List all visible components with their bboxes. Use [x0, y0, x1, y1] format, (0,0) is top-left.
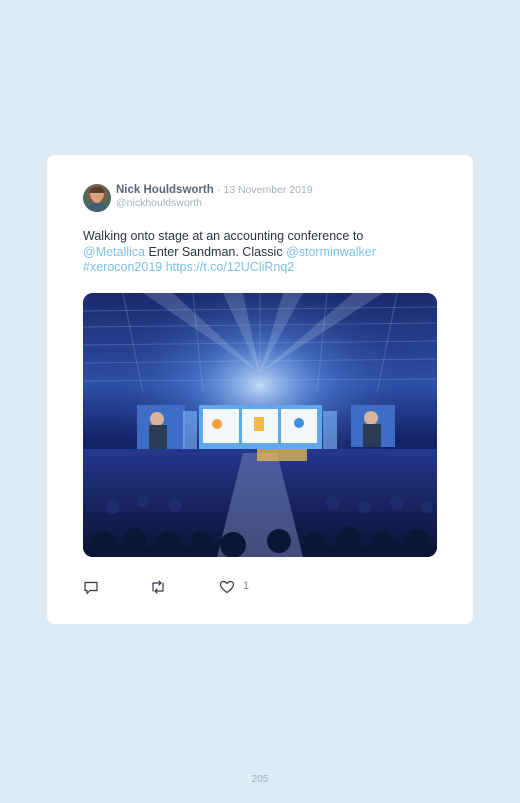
reply-icon[interactable]: [83, 579, 99, 595]
mention-link[interactable]: @storminwalker: [286, 245, 376, 259]
mention-link[interactable]: @Metallica: [83, 245, 145, 259]
tweet-text-part: Enter Sandman. Classic: [145, 244, 287, 259]
author-name[interactable]: Nick Houldsworth: [116, 184, 214, 196]
like-count: 1: [243, 580, 250, 592]
avatar[interactable]: [83, 184, 111, 212]
conference-stage-image: [83, 293, 437, 557]
author-handle[interactable]: @nickhouldsworth: [116, 197, 202, 209]
author-row: Nick Houldsworth · 13 November 2019: [116, 183, 313, 197]
tweet-date[interactable]: · 13 November 2019: [217, 184, 313, 196]
tweet-text-part: Walking onto stage at an accounting conf…: [83, 229, 364, 243]
tweet-card: Nick Houldsworth · 13 November 2019 @nic…: [47, 155, 473, 624]
retweet-icon[interactable]: [149, 579, 167, 595]
tweet-photo[interactable]: [83, 293, 437, 557]
hashtag-link[interactable]: #xerocon2019: [83, 260, 162, 274]
page-number: 205: [251, 774, 269, 785]
url-link[interactable]: https://t.co/12UCliRnq2: [166, 260, 295, 274]
tweet-actions: 1: [83, 579, 283, 595]
heart-icon[interactable]: [219, 579, 235, 595]
tweet-text: Walking onto stage at an accounting conf…: [83, 229, 413, 276]
